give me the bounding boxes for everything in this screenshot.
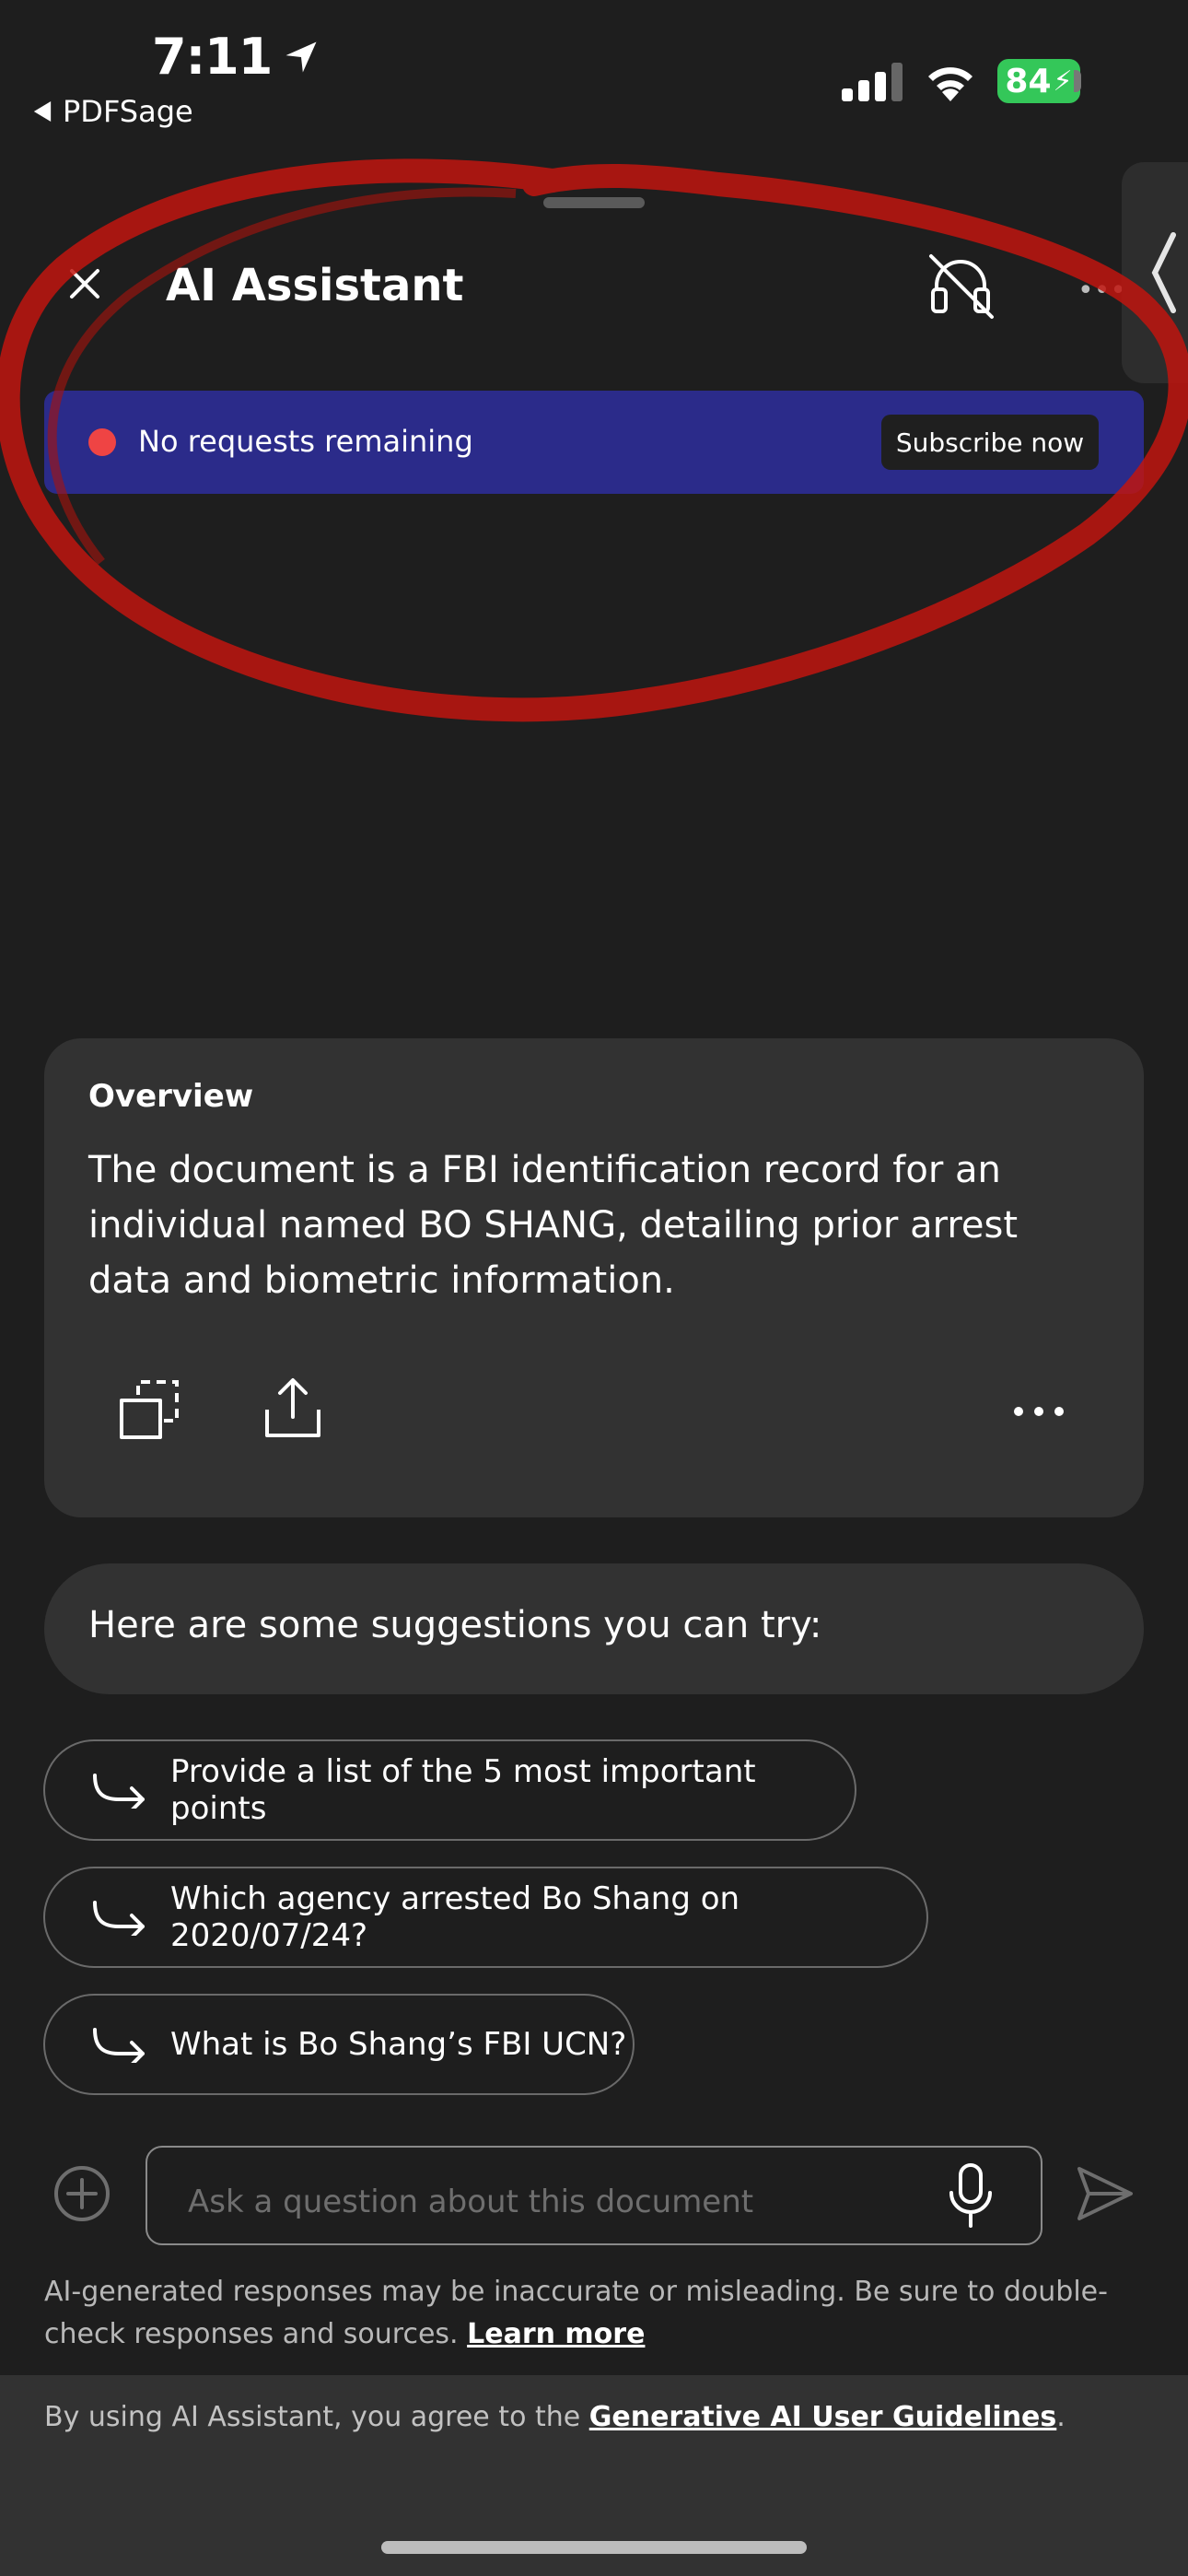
turn-arrow-icon <box>93 2028 145 2063</box>
overview-text: The document is a FBI identification rec… <box>88 1149 1019 1302</box>
page-title: AI Assistant <box>166 260 464 311</box>
share-icon[interactable] <box>263 1376 322 1439</box>
send-icon[interactable] <box>1076 2165 1135 2222</box>
turn-arrow-icon <box>93 1901 145 1936</box>
close-icon <box>70 269 99 299</box>
suggestions-heading: Here are some suggestions you can try: <box>44 1563 1144 1694</box>
sheet-grabber[interactable] <box>543 197 645 208</box>
subscribe-button[interactable]: Subscribe now <box>881 415 1099 470</box>
suggestion-text: What is Bo Shang’s FBI UCN? <box>170 2026 627 2063</box>
banner-text: No requests remaining <box>138 424 473 459</box>
suggestion-chip[interactable]: What is Bo Shang’s FBI UCN? <box>43 1994 635 2095</box>
turn-arrow-icon <box>93 1774 145 1809</box>
guidelines-notice: By using AI Assistant, you agree to the … <box>44 2401 1066 2433</box>
overview-label: Overview <box>88 1078 254 1115</box>
guidelines-link[interactable]: Generative AI User Guidelines <box>589 2401 1057 2433</box>
suggestion-text: Provide a list of the 5 most important p… <box>170 1753 756 1827</box>
copy-icon[interactable] <box>118 1378 181 1441</box>
red-annotation-scribble <box>0 158 1188 722</box>
suggestion-text: Which agency arrested Bo Shang on 2020/0… <box>170 1880 740 1954</box>
home-indicator[interactable] <box>381 2541 807 2554</box>
microphone-icon[interactable] <box>944 2161 997 2230</box>
question-input-placeholder: Ask a question about this document <box>188 2184 754 2220</box>
battery-level: 84 <box>1005 62 1052 100</box>
status-time: 7:11 <box>152 28 321 86</box>
add-icon[interactable] <box>53 2165 111 2222</box>
time-text: 7:11 <box>152 28 273 86</box>
suggestions-heading-text: Here are some suggestions you can try: <box>88 1604 822 1646</box>
more-icon[interactable] <box>1011 1393 1066 1430</box>
charging-icon: ⚡ <box>1053 64 1073 98</box>
headset-off-icon[interactable] <box>924 249 997 322</box>
wifi-icon <box>928 67 973 101</box>
back-to-app-button[interactable]: PDFSage <box>33 94 193 129</box>
ai-disclaimer: AI-generated responses may be inaccurate… <box>44 2271 1149 2356</box>
learn-more-link[interactable]: Learn more <box>467 2318 645 2350</box>
chevron-left-icon <box>1151 232 1176 313</box>
signal-icon <box>842 63 903 101</box>
battery-tip <box>1074 70 1081 92</box>
guidelines-suffix: . <box>1056 2401 1066 2433</box>
alert-dot <box>88 428 116 456</box>
guidelines-text: By using AI Assistant, you agree to the <box>44 2401 589 2433</box>
back-triangle-icon <box>33 101 52 122</box>
suggestion-chip[interactable]: Which agency arrested Bo Shang on 2020/0… <box>43 1867 928 1968</box>
header-more-icon[interactable]: ••• <box>1077 275 1126 307</box>
back-app-label: PDFSage <box>63 94 193 129</box>
suggestion-chip[interactable]: Provide a list of the 5 most important p… <box>43 1739 856 1841</box>
side-panel-tab[interactable] <box>1122 162 1188 383</box>
close-button[interactable] <box>57 256 112 311</box>
location-arrow-icon <box>285 41 317 72</box>
battery-indicator: 84 ⚡ <box>997 59 1080 103</box>
